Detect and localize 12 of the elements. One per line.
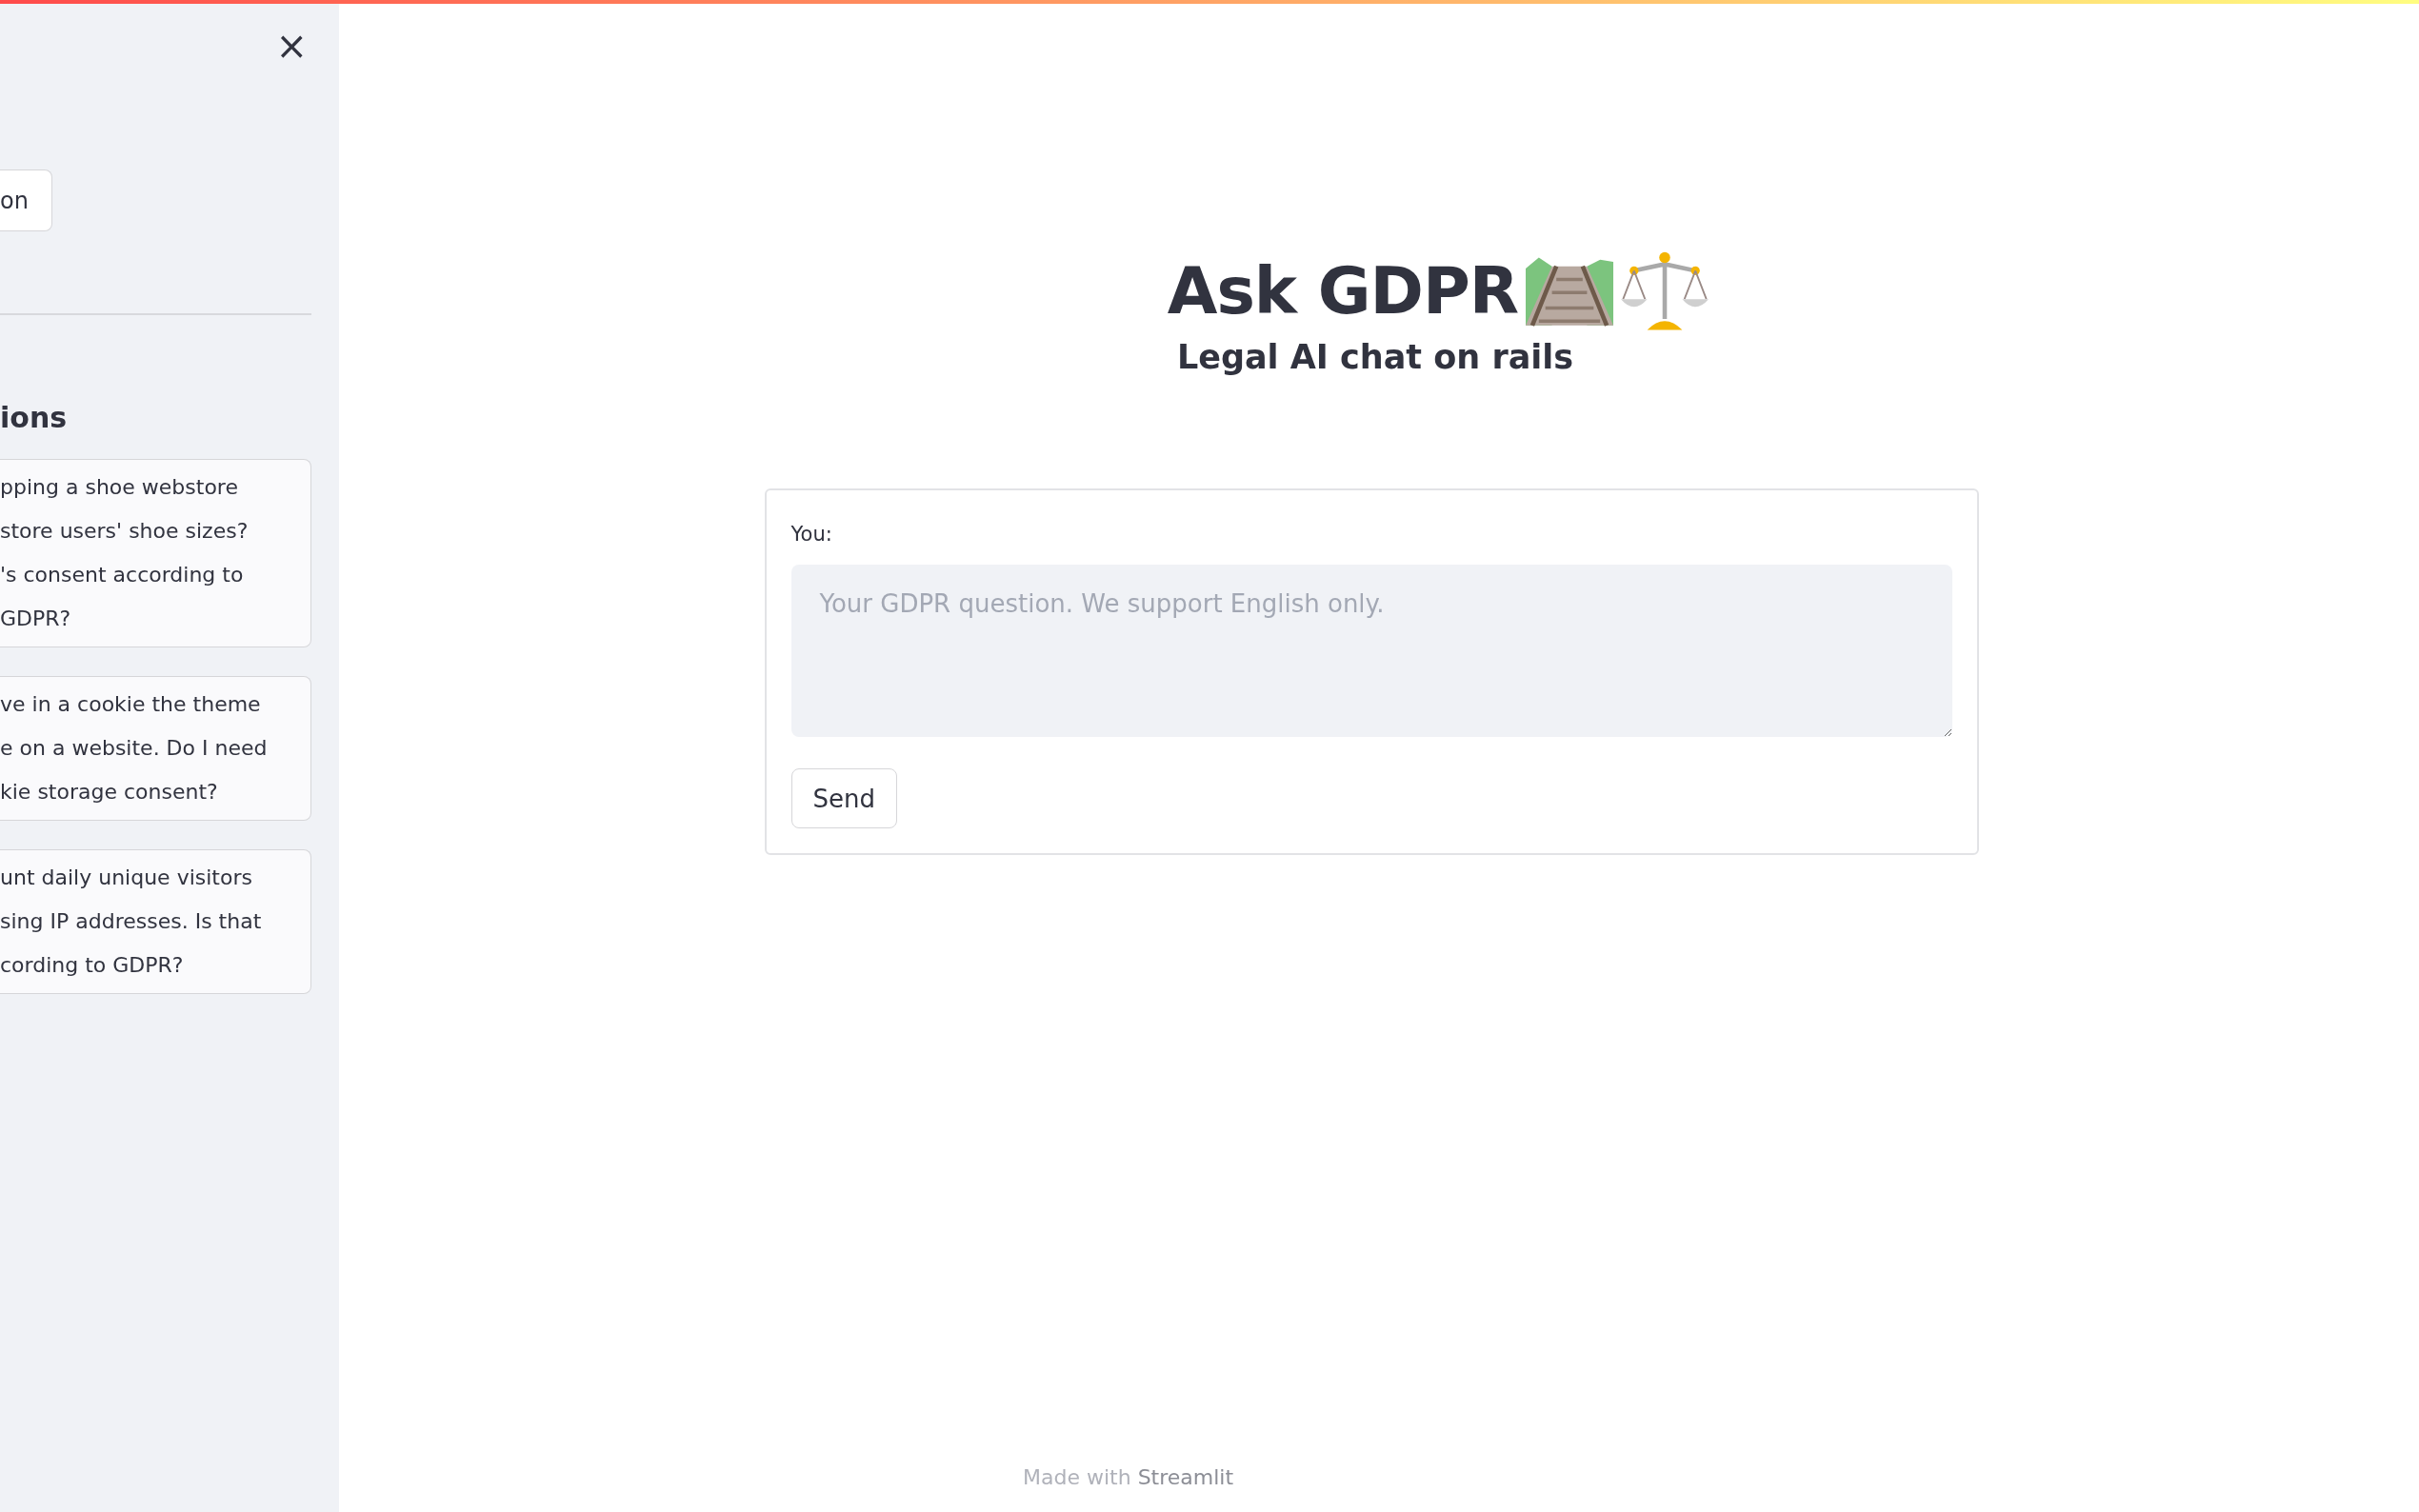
question-field[interactable]: Your GDPR question. We support English only. <box>790 565 1952 737</box>
field-label: You: <box>790 523 833 546</box>
sidebar-button[interactable]: on <box>0 169 52 231</box>
suggested-question-button[interactable]: pping a shoe webstore store users' shoe sizes? 's consent according to GDPR? <box>0 459 311 647</box>
suggested-question-button[interactable]: ve in a cookie the theme e on a website. Do I need kie storage consent? <box>0 676 311 821</box>
footer-text: Made with <box>1023 1465 1131 1489</box>
close-button[interactable]: × <box>275 27 308 65</box>
section-heading: ions <box>0 401 68 434</box>
page-subtitle: Legal AI chat on rails <box>1176 338 1574 376</box>
send-button[interactable]: Send <box>790 768 897 828</box>
page-title: Ask GDPR <box>1167 252 1519 328</box>
suggested-question-button[interactable]: unt daily unique visitors sing IP addresses. Is that cording to GDPR? <box>0 849 311 994</box>
